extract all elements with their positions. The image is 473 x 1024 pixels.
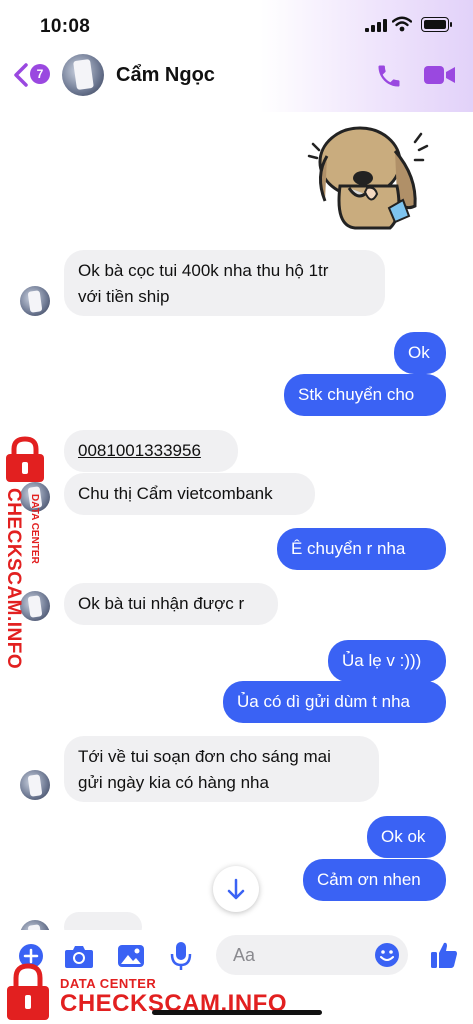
message-bubble-outgoing[interactable]: Ê chuyển r nha — [277, 528, 446, 570]
status-time: 10:08 — [40, 16, 91, 37]
message-text: Ủa có dì gửi dùm t nha — [237, 692, 410, 711]
watermark-small-text: DATA CENTER — [60, 976, 157, 991]
emoji-icon[interactable] — [374, 942, 400, 968]
cellular-signal-icon — [365, 19, 387, 32]
message-bubble-outgoing[interactable]: Ủa lẹ v :))) — [328, 640, 446, 682]
watermark-small-text: DATA CENTER — [29, 494, 40, 564]
message-text: Tới về tui soạn đơn cho sáng mai — [78, 747, 331, 766]
message-text: Ok bà cọc tui 400k nha thu hộ 1tr — [78, 261, 329, 280]
back-chevron-icon — [14, 63, 28, 87]
account-number-link[interactable]: 0081001333956 — [78, 441, 201, 460]
unread-badge: 7 — [30, 64, 50, 84]
message-text: Chu thị Cẩm vietcombank — [78, 484, 273, 503]
message-bubble-outgoing[interactable]: Stk chuyển cho — [284, 374, 446, 416]
contact-name[interactable]: Cẩm Ngọc — [116, 64, 215, 87]
message-bubble-incoming[interactable]: Ok bà tui nhận được r — [64, 583, 278, 625]
message-bubble-incoming[interactable]: Tới về tui soạn đơn cho sáng mai gửi ngà… — [64, 736, 379, 802]
message-text: Ủa lẹ v :))) — [342, 651, 422, 670]
home-indicator — [152, 1010, 322, 1015]
lock-icon — [7, 963, 49, 1020]
watermark-side: CHECKSCAM.INFO DATA CENTER — [0, 436, 52, 676]
sticker-crying-dog[interactable] — [305, 116, 435, 236]
message-text: Stk chuyển cho — [298, 385, 415, 404]
message-text: Ok — [408, 343, 430, 362]
sender-avatar[interactable] — [20, 770, 50, 800]
message-bubble-outgoing[interactable]: Ok — [394, 332, 446, 374]
message-text: Ê chuyển r nha — [291, 539, 406, 558]
message-bubble-outgoing[interactable]: Cảm ơn nhen — [303, 859, 446, 901]
contact-avatar[interactable] — [62, 54, 104, 96]
phone-icon[interactable] — [375, 62, 403, 90]
message-text: Ok bà tui nhận được r — [78, 594, 245, 613]
message-text-line2: với tiền ship — [78, 287, 170, 306]
thumbs-up-icon[interactable] — [430, 940, 458, 970]
message-bubble-outgoing[interactable]: Ủa có dì gửi dùm t nha — [223, 681, 446, 723]
sender-avatar[interactable] — [20, 286, 50, 316]
message-text: Cảm ơn nhen — [317, 870, 421, 889]
message-bubble-incoming[interactable]: 0081001333956 — [64, 430, 238, 472]
wifi-icon — [392, 16, 412, 32]
scroll-to-bottom-button[interactable] — [213, 866, 259, 912]
message-bubble-outgoing[interactable]: Ok ok — [367, 816, 446, 858]
message-bubble-incoming[interactable]: Ok bà cọc tui 400k nha thu hộ 1tr với ti… — [64, 250, 385, 316]
video-camera-icon[interactable] — [424, 63, 456, 87]
battery-icon — [421, 17, 452, 32]
arrow-down-icon — [227, 878, 245, 900]
message-text: Ok ok — [381, 827, 426, 846]
chat-header: 10:08 7 Cẩm Ngọc — [0, 0, 473, 112]
message-bubble-incoming[interactable]: Chu thị Cẩm vietcombank — [64, 473, 315, 515]
lock-icon — [6, 436, 44, 482]
watermark-big-text: CHECKSCAM.INFO — [3, 488, 24, 670]
message-text-line2: gửi ngày kia có hàng nha — [78, 773, 269, 792]
